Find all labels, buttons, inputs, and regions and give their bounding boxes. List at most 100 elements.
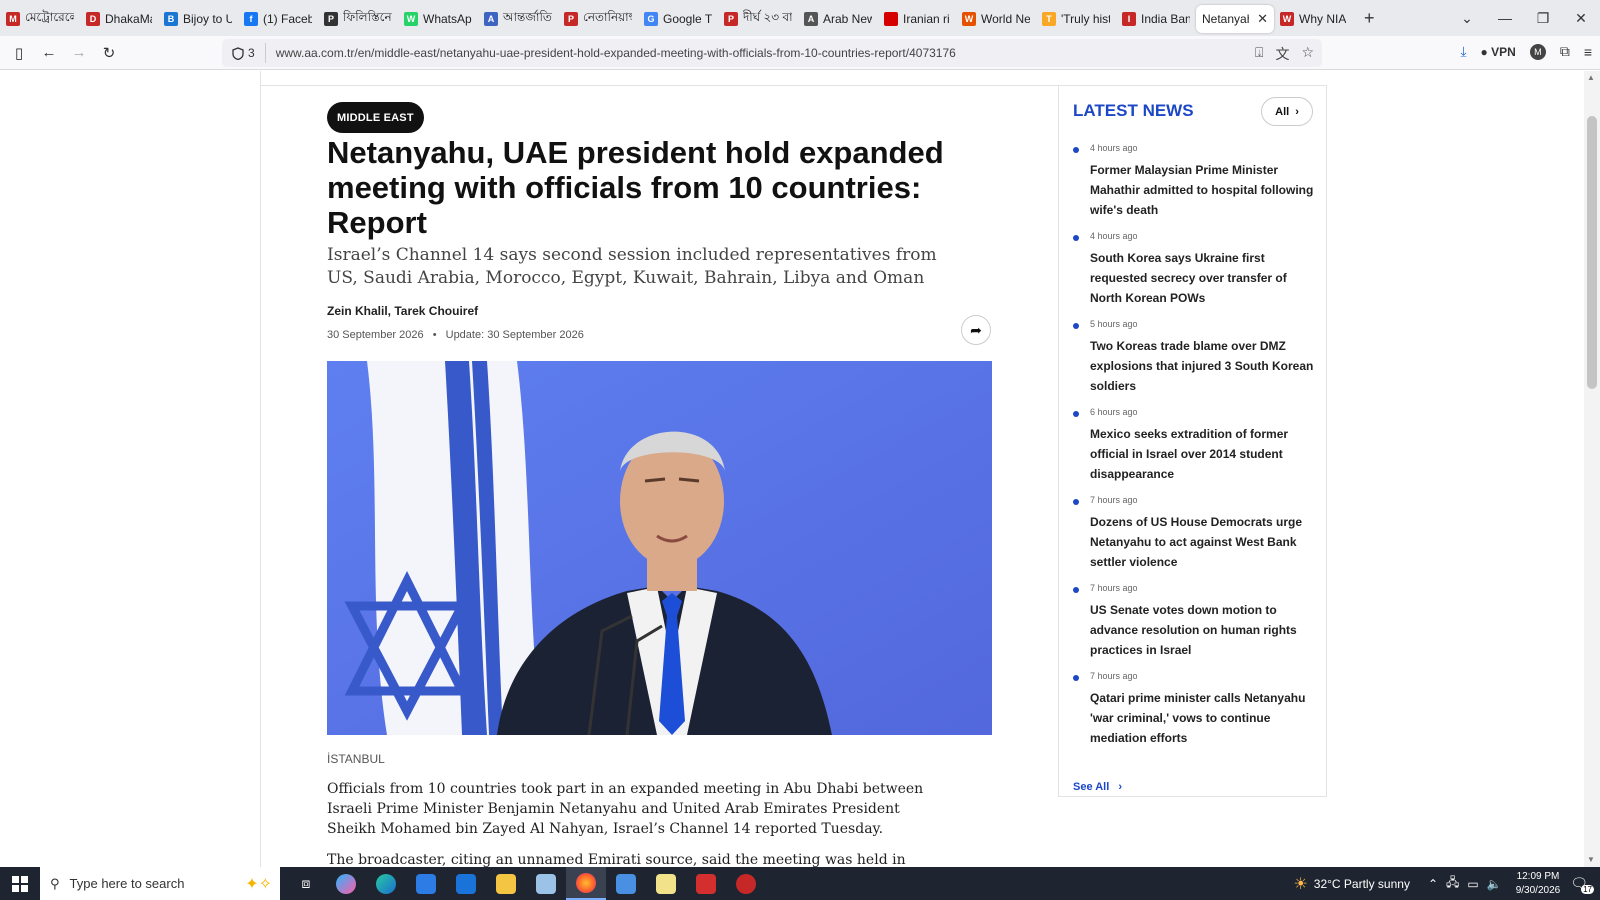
notifications-icon[interactable]: 🗨 17 — [1570, 875, 1594, 894]
browser-tab[interactable]: W WhatsApp — [398, 5, 478, 33]
edge-icon[interactable] — [366, 867, 406, 900]
downloads-icon[interactable]: ⤓ — [1460, 43, 1466, 60]
browser-tab[interactable]: P নেতানিয়াহু — [558, 5, 638, 33]
taskbar-search[interactable]: ⚲ Type here to search ✦✧ — [40, 867, 280, 900]
taskbar-search-placeholder: Type here to search — [69, 876, 185, 891]
tab-favicon-icon: G — [644, 12, 658, 26]
save-page-icon[interactable]: ⍗ — [1255, 44, 1263, 64]
address-bar[interactable]: 3 www.aa.com.tr/en/middle-east/netanyahu… — [222, 39, 1322, 67]
browser-tab[interactable]: M মেট্রোরেলে — [0, 5, 80, 33]
article-paragraph: Officials from 10 countries took part in… — [327, 781, 924, 837]
file-explorer-icon[interactable] — [486, 867, 526, 900]
news-title[interactable]: US Senate votes down motion to advance r… — [1090, 600, 1318, 660]
list-all-tabs-icon[interactable]: ⌄ — [1448, 10, 1486, 27]
bookmark-star-icon[interactable]: ☆ — [1301, 44, 1314, 64]
news-time: 4 hours ago — [1090, 231, 1138, 241]
browser-tab[interactable]: Netanyahu, ✕ — [1196, 5, 1274, 33]
news-time: 7 hours ago — [1090, 495, 1138, 505]
url-text[interactable]: www.aa.com.tr/en/middle-east/netanyahu-u… — [266, 46, 956, 60]
battery-icon[interactable]: ▭ — [1467, 877, 1478, 891]
extensions-icon[interactable]: ⧉ — [1560, 43, 1570, 60]
share-button[interactable]: ➦ — [961, 315, 991, 345]
latest-news-sidebar: LATEST NEWS All › 4 hours ago Former Mala… — [1058, 85, 1327, 797]
tab-label: Bijoy to U — [183, 12, 232, 26]
sidebar-toggle-icon[interactable]: ▯ — [4, 44, 34, 62]
tab-label: মেট্রোরেলে — [25, 10, 74, 24]
back-button[interactable]: ← — [34, 44, 64, 61]
tracking-protection-icon[interactable]: 3 — [222, 43, 266, 63]
all-news-button[interactable]: All › — [1261, 97, 1313, 126]
scroll-up-arrow-icon[interactable]: ▲ — [1587, 73, 1595, 82]
menu-icon[interactable]: ≡ — [1584, 44, 1592, 60]
scrollbar-thumb[interactable] — [1587, 116, 1597, 389]
browser-tab[interactable]: D DhakaMai — [80, 5, 158, 33]
content-border-left — [260, 71, 261, 867]
news-bullet — [1073, 147, 1079, 153]
news-bullet — [1073, 675, 1079, 681]
new-tab-button[interactable]: + — [1364, 8, 1375, 29]
news-title[interactable]: Dozens of US House Democrats urge Netany… — [1090, 512, 1318, 572]
firefox-icon[interactable] — [566, 867, 606, 900]
tab-label: India Bang — [1141, 12, 1190, 26]
browser-tab[interactable]: G Google Tr — [638, 5, 718, 33]
network-icon[interactable]: 🖧 — [1446, 873, 1459, 894]
volume-icon[interactable]: 🔈 — [1487, 877, 1502, 891]
browser-tab[interactable]: T 'Truly histo — [1036, 5, 1116, 33]
close-window-button[interactable]: ✕ — [1562, 10, 1600, 27]
clock[interactable]: 12:09 PM 9/30/2026 — [1516, 870, 1561, 898]
chevron-right-icon: › — [1295, 105, 1299, 118]
browser-tab[interactable]: W World Nev — [956, 5, 1036, 33]
news-title[interactable]: Qatari prime minister calls Netanyahu 'w… — [1090, 688, 1318, 748]
browser-tab[interactable]: A আন্তর্জাতি — [478, 5, 558, 33]
article-dates: 30 September 2026 • Update: 30 September… — [327, 329, 584, 341]
browser-tab[interactable]: Iranian ria — [878, 5, 956, 33]
store-icon[interactable] — [406, 867, 446, 900]
vertical-scrollbar[interactable]: ▲ ▼ — [1584, 71, 1600, 867]
account-avatar[interactable]: M — [1529, 43, 1546, 60]
news-title[interactable]: Mexico seeks extradition of former offic… — [1090, 424, 1318, 484]
scroll-down-arrow-icon[interactable]: ▼ — [1587, 855, 1595, 864]
article-authors[interactable]: Zein Khalil, Tarek Chouiref — [327, 304, 478, 318]
window-controls: ⌄ — ❐ ✕ — [1448, 0, 1600, 36]
sticky-notes-icon[interactable] — [646, 867, 686, 900]
remote-app-icon[interactable] — [606, 867, 646, 900]
copilot-icon[interactable] — [326, 867, 366, 900]
see-all-link[interactable]: See All › — [1073, 781, 1122, 793]
task-view-icon[interactable]: ⧈ — [286, 867, 326, 900]
start-button[interactable] — [0, 867, 40, 900]
weather-icon[interactable]: ☀ — [1293, 874, 1307, 894]
vpn-button[interactable]: ● VPN — [1481, 45, 1516, 59]
browser-tab[interactable]: I India Bang — [1116, 5, 1196, 33]
tab-favicon-icon: P — [324, 12, 338, 26]
browser-tab[interactable]: W Why NIA A — [1274, 5, 1352, 33]
vpn-label: VPN — [1491, 44, 1516, 59]
news-title[interactable]: South Korea says Ukraine first requested… — [1090, 248, 1318, 308]
tab-label: 'Truly histo — [1061, 12, 1110, 26]
news-title[interactable]: Two Koreas trade blame over DMZ explosio… — [1090, 336, 1318, 396]
browser-tab[interactable]: A Arab New — [798, 5, 878, 33]
show-hidden-icons-icon[interactable]: ⌃ — [1428, 877, 1438, 891]
clock-date: 9/30/2026 — [1515, 884, 1561, 896]
forward-button[interactable]: → — [64, 44, 94, 61]
browser-tab[interactable]: B Bijoy to U — [158, 5, 238, 33]
news-time: 7 hours ago — [1090, 583, 1138, 593]
news-title[interactable]: Former Malaysian Prime Minister Mahathir… — [1090, 160, 1318, 220]
news-bullet — [1073, 411, 1079, 417]
windows-taskbar: ⚲ Type here to search ✦✧ ⧈ ☀ 32°C Partly… — [0, 867, 1600, 900]
reload-button[interactable]: ↻ — [94, 44, 124, 62]
outlook-icon[interactable] — [446, 867, 486, 900]
restore-button[interactable]: ❐ — [1524, 10, 1562, 27]
translate-icon[interactable]: 文 — [1275, 44, 1289, 64]
notepad-icon[interactable] — [526, 867, 566, 900]
weather-text[interactable]: 32°C Partly sunny — [1314, 877, 1410, 891]
minimize-button[interactable]: — — [1486, 10, 1524, 26]
tab-bar: M মেট্রোরেলে D DhakaMai B Bijoy to U f (1) Face… — [0, 0, 1600, 36]
close-tab-icon[interactable]: ✕ — [1257, 11, 1268, 27]
browser-tab[interactable]: f (1) Facebo — [238, 5, 318, 33]
news-app-icon[interactable] — [726, 867, 766, 900]
search-icon: ⚲ — [50, 875, 60, 891]
category-badge[interactable]: MIDDLE EAST — [327, 102, 424, 133]
browser-tab[interactable]: P ফিলিস্তিনে — [318, 5, 398, 33]
browser-tab[interactable]: P দীর্ঘ ২৩ বা — [718, 5, 798, 33]
bengali-app-icon[interactable] — [686, 867, 726, 900]
